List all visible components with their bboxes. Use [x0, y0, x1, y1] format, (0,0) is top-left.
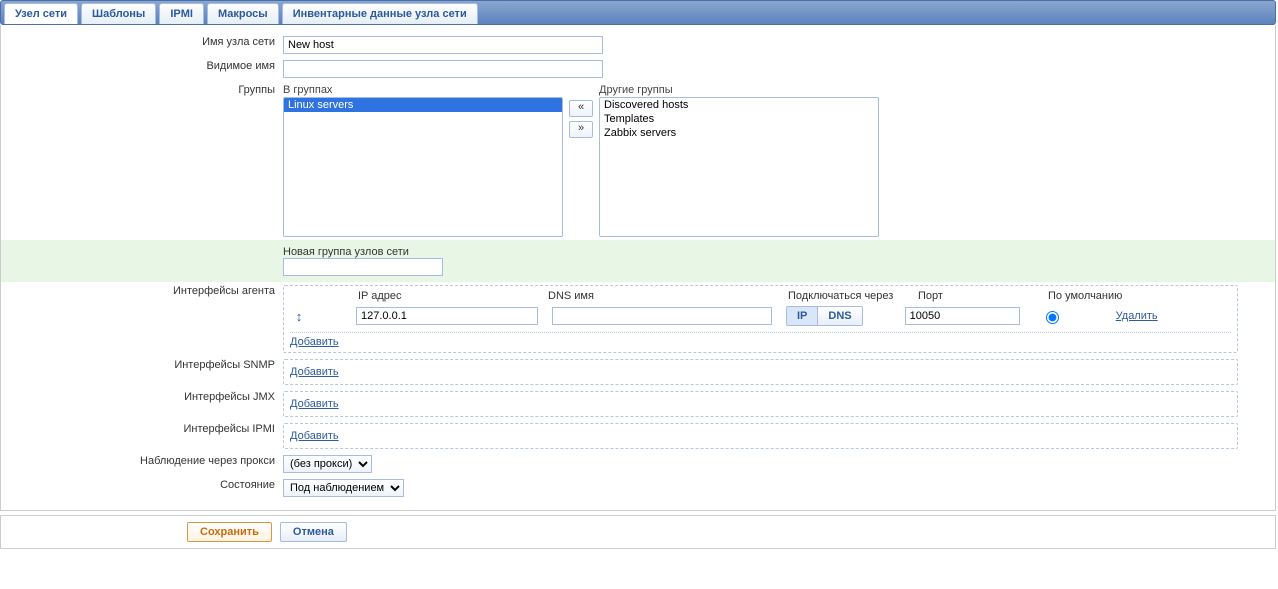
- tab-templates[interactable]: Шаблоны: [81, 3, 156, 24]
- connect-via-toggle: IP DNS: [786, 306, 863, 326]
- form-panel: Имя узла сети Видимое имя Группы В групп…: [0, 25, 1276, 511]
- jmx-interfaces-block: Добавить: [283, 391, 1238, 417]
- col-header-default: По умолчанию: [1048, 290, 1122, 302]
- add-agent-interface-link[interactable]: Добавить: [290, 336, 339, 348]
- ipmi-interfaces-block: Добавить: [283, 423, 1238, 449]
- label-proxy: Наблюдение через прокси: [1, 452, 279, 476]
- add-jmx-interface-link[interactable]: Добавить: [290, 398, 339, 410]
- label-jmx-interfaces: Интерфейсы JMX: [1, 388, 279, 420]
- label-visible-name: Видимое имя: [1, 57, 279, 81]
- label-hostname: Имя узла сети: [1, 33, 279, 57]
- list-item[interactable]: Discovered hosts: [600, 98, 878, 112]
- tabs-bar: Узел сети Шаблоны IPMI Макросы Инвентарн…: [0, 0, 1276, 25]
- label-groups: Группы: [1, 81, 279, 240]
- list-item[interactable]: Linux servers: [284, 98, 562, 112]
- label-new-group: Новая группа узлов сети: [283, 246, 1271, 258]
- in-groups-listbox[interactable]: Linux servers: [283, 97, 563, 237]
- label-agent-interfaces: Интерфейсы агента: [1, 282, 279, 356]
- col-header-connect: Подключаться через: [788, 290, 918, 302]
- tab-macros[interactable]: Макросы: [207, 3, 279, 24]
- hostname-input[interactable]: [283, 36, 603, 54]
- add-ipmi-interface-link[interactable]: Добавить: [290, 430, 339, 442]
- label-status: Состояние: [1, 476, 279, 500]
- port-input[interactable]: [905, 307, 1020, 325]
- interface-row: ↕ IP DNS Удалить: [290, 306, 1231, 333]
- label-other-groups: Другие группы: [599, 84, 879, 96]
- connect-ip-button[interactable]: IP: [787, 307, 818, 325]
- move-left-button[interactable]: «: [569, 100, 593, 117]
- tab-host[interactable]: Узел сети: [4, 3, 78, 24]
- agent-interfaces-block: IP адрес DNS имя Подключаться через Порт…: [283, 285, 1238, 353]
- visible-name-input[interactable]: [283, 60, 603, 78]
- connect-dns-button[interactable]: DNS: [818, 307, 861, 325]
- cancel-button[interactable]: Отмена: [280, 522, 347, 542]
- add-snmp-interface-link[interactable]: Добавить: [290, 366, 339, 378]
- label-ipmi-interfaces: Интерфейсы IPMI: [1, 420, 279, 452]
- delete-interface-link[interactable]: Удалить: [1116, 310, 1158, 322]
- label-snmp-interfaces: Интерфейсы SNMP: [1, 356, 279, 388]
- label-in-groups: В группах: [283, 84, 563, 96]
- other-groups-listbox[interactable]: Discovered hosts Templates Zabbix server…: [599, 97, 879, 237]
- col-header-dns: DNS имя: [548, 290, 788, 302]
- footer-bar: Сохранить Отмена: [0, 515, 1276, 549]
- snmp-interfaces-block: Добавить: [283, 359, 1238, 385]
- list-item[interactable]: Templates: [600, 112, 878, 126]
- drag-handle-icon[interactable]: ↕: [292, 309, 306, 324]
- new-group-input[interactable]: [283, 258, 443, 276]
- col-header-port: Порт: [918, 290, 1048, 302]
- status-select[interactable]: Под наблюдением: [283, 479, 404, 497]
- save-button[interactable]: Сохранить: [187, 522, 272, 542]
- tab-inventory[interactable]: Инвентарные данные узла сети: [282, 3, 478, 24]
- default-radio[interactable]: [1046, 311, 1059, 324]
- dns-input[interactable]: [552, 307, 772, 325]
- tab-ipmi[interactable]: IPMI: [159, 3, 204, 24]
- list-item[interactable]: Zabbix servers: [600, 126, 878, 140]
- ip-input[interactable]: [356, 307, 538, 325]
- col-header-ip: IP адрес: [358, 290, 548, 302]
- proxy-select[interactable]: (без прокси): [283, 455, 372, 473]
- move-right-button[interactable]: »: [569, 121, 593, 138]
